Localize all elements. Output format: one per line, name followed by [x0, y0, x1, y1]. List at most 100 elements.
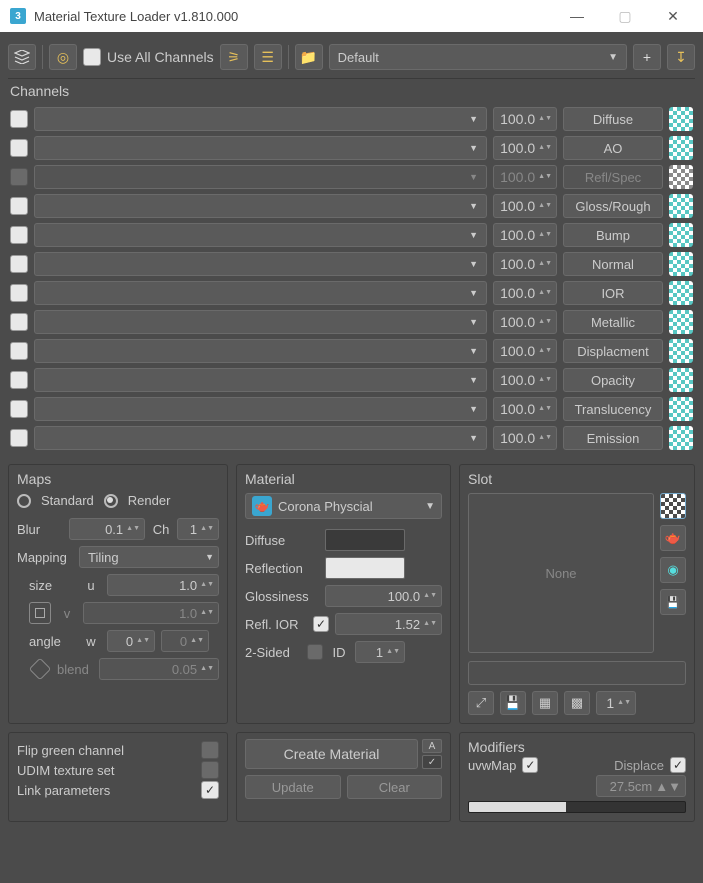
channel-0-swatch[interactable] — [669, 107, 693, 131]
displace-checkbox[interactable]: ✓ — [670, 757, 686, 773]
reflection-color[interactable] — [325, 557, 405, 579]
clear-button[interactable]: Clear — [347, 775, 443, 799]
channel-1-button[interactable]: AO — [563, 136, 663, 160]
slot-teapot-button[interactable]: 🫖 — [660, 525, 686, 551]
angle-lock-button[interactable] — [29, 658, 52, 681]
slot-sphere-button[interactable]: ◉ — [660, 557, 686, 583]
gloss-spinner[interactable]: 100.0▲▼ — [325, 585, 442, 607]
a-toggle-bottom[interactable]: ✓ — [422, 755, 442, 769]
channel-2-combo[interactable]: ▼ — [34, 165, 487, 189]
channel-4-swatch[interactable] — [669, 223, 693, 247]
filter-button-1[interactable]: ⚞ — [220, 44, 248, 70]
channel-11-combo[interactable]: ▼ — [34, 426, 487, 450]
minimize-button[interactable]: — — [557, 0, 597, 32]
channel-11-swatch[interactable] — [669, 426, 693, 450]
channel-5-swatch[interactable] — [669, 252, 693, 276]
save-preset-button[interactable]: ↧ — [667, 44, 695, 70]
channel-11-checkbox[interactable] — [10, 429, 28, 447]
channel-9-spinner[interactable]: 100.0▲▼ — [493, 368, 557, 392]
channel-0-combo[interactable]: ▼ — [34, 107, 487, 131]
udim-checkbox[interactable] — [201, 761, 219, 779]
standard-radio[interactable] — [17, 494, 31, 508]
filter-button-2[interactable]: ☰ — [254, 44, 282, 70]
channel-0-button[interactable]: Diffuse — [563, 107, 663, 131]
channel-5-checkbox[interactable] — [10, 255, 28, 273]
slot-tool-4[interactable]: ▩ — [564, 691, 590, 715]
folder-button[interactable]: 📁 — [295, 44, 323, 70]
channel-3-button[interactable]: Gloss/Rough — [563, 194, 663, 218]
blend-spinner[interactable]: 0.05▲▼ — [99, 658, 219, 680]
uvwmap-checkbox[interactable]: ✓ — [522, 757, 538, 773]
close-button[interactable]: ✕ — [653, 0, 693, 32]
slot-save-button[interactable]: 💾 — [660, 589, 686, 615]
diffuse-color[interactable] — [325, 529, 405, 551]
channel-11-spinner[interactable]: 100.0▲▼ — [493, 426, 557, 450]
channel-1-checkbox[interactable] — [10, 139, 28, 157]
channel-10-checkbox[interactable] — [10, 400, 28, 418]
channel-4-combo[interactable]: ▼ — [34, 223, 487, 247]
update-button[interactable]: Update — [245, 775, 341, 799]
channel-2-swatch[interactable] — [669, 165, 693, 189]
maximize-button[interactable]: ▢ — [605, 0, 645, 32]
channel-2-checkbox[interactable] — [10, 168, 28, 186]
channel-5-button[interactable]: Normal — [563, 252, 663, 276]
channel-10-spinner[interactable]: 100.0▲▼ — [493, 397, 557, 421]
channel-10-swatch[interactable] — [669, 397, 693, 421]
ior-spinner[interactable]: 1.52▲▼ — [335, 613, 442, 635]
mapping-combo[interactable]: Tiling▼ — [79, 546, 219, 568]
channel-7-button[interactable]: Metallic — [563, 310, 663, 334]
channel-8-spinner[interactable]: 100.0▲▼ — [493, 339, 557, 363]
channel-2-button[interactable]: Refl/Spec — [563, 165, 663, 189]
channel-8-combo[interactable]: ▼ — [34, 339, 487, 363]
flip-green-checkbox[interactable] — [201, 741, 219, 759]
channel-0-spinner[interactable]: 100.0▲▼ — [493, 107, 557, 131]
channel-3-combo[interactable]: ▼ — [34, 194, 487, 218]
channel-6-spinner[interactable]: 100.0▲▼ — [493, 281, 557, 305]
channel-5-spinner[interactable]: 100.0▲▼ — [493, 252, 557, 276]
add-preset-button[interactable]: + — [633, 44, 661, 70]
channel-1-combo[interactable]: ▼ — [34, 136, 487, 160]
twosided-checkbox[interactable] — [307, 644, 323, 660]
channel-3-checkbox[interactable] — [10, 197, 28, 215]
channel-8-button[interactable]: Displacment — [563, 339, 663, 363]
slot-preview[interactable]: None — [468, 493, 654, 653]
render-radio[interactable] — [104, 494, 118, 508]
link-params-checkbox[interactable]: ✓ — [201, 781, 219, 799]
channel-9-swatch[interactable] — [669, 368, 693, 392]
channel-9-checkbox[interactable] — [10, 371, 28, 389]
size-lock-button[interactable] — [29, 602, 51, 624]
w-spinner[interactable]: 0▲▼ — [107, 630, 155, 652]
displace-distance-spinner[interactable]: 27.5cm▲▼ — [596, 775, 686, 797]
preset-combo[interactable]: Default ▼ — [329, 44, 627, 70]
channel-6-button[interactable]: IOR — [563, 281, 663, 305]
channel-6-combo[interactable]: ▼ — [34, 281, 487, 305]
w2-spinner[interactable]: 0▲▼ — [161, 630, 209, 652]
displace-slider[interactable] — [468, 801, 686, 813]
layers-button[interactable] — [8, 44, 36, 70]
channel-0-checkbox[interactable] — [10, 110, 28, 128]
v-spinner[interactable]: 1.0▲▼ — [83, 602, 219, 624]
slot-checker-button[interactable] — [660, 493, 686, 519]
channel-9-button[interactable]: Opacity — [563, 368, 663, 392]
slot-name-field[interactable] — [468, 661, 686, 685]
channel-9-combo[interactable]: ▼ — [34, 368, 487, 392]
channel-8-checkbox[interactable] — [10, 342, 28, 360]
channel-3-swatch[interactable] — [669, 194, 693, 218]
slot-tool-2[interactable]: 💾 — [500, 691, 526, 715]
channel-7-swatch[interactable] — [669, 310, 693, 334]
channel-7-checkbox[interactable] — [10, 313, 28, 331]
blur-spinner[interactable]: 0.1▲▼ — [69, 518, 145, 540]
channel-7-spinner[interactable]: 100.0▲▼ — [493, 310, 557, 334]
slot-tool-1[interactable]: ⤢ — [468, 691, 494, 715]
channel-4-spinner[interactable]: 100.0▲▼ — [493, 223, 557, 247]
ior-checkbox[interactable]: ✓ — [313, 616, 329, 632]
channel-2-spinner[interactable]: 100.0▲▼ — [493, 165, 557, 189]
channel-4-button[interactable]: Bump — [563, 223, 663, 247]
channel-11-button[interactable]: Emission — [563, 426, 663, 450]
u-spinner[interactable]: 1.0▲▼ — [107, 574, 219, 596]
use-all-channels-checkbox[interactable] — [83, 48, 101, 66]
slot-count-spinner[interactable]: 1▲▼ — [596, 691, 636, 715]
id-spinner[interactable]: 1▲▼ — [355, 641, 405, 663]
channel-1-swatch[interactable] — [669, 136, 693, 160]
material-type-combo[interactable]: 🫖 Corona Physcial ▼ — [245, 493, 442, 519]
